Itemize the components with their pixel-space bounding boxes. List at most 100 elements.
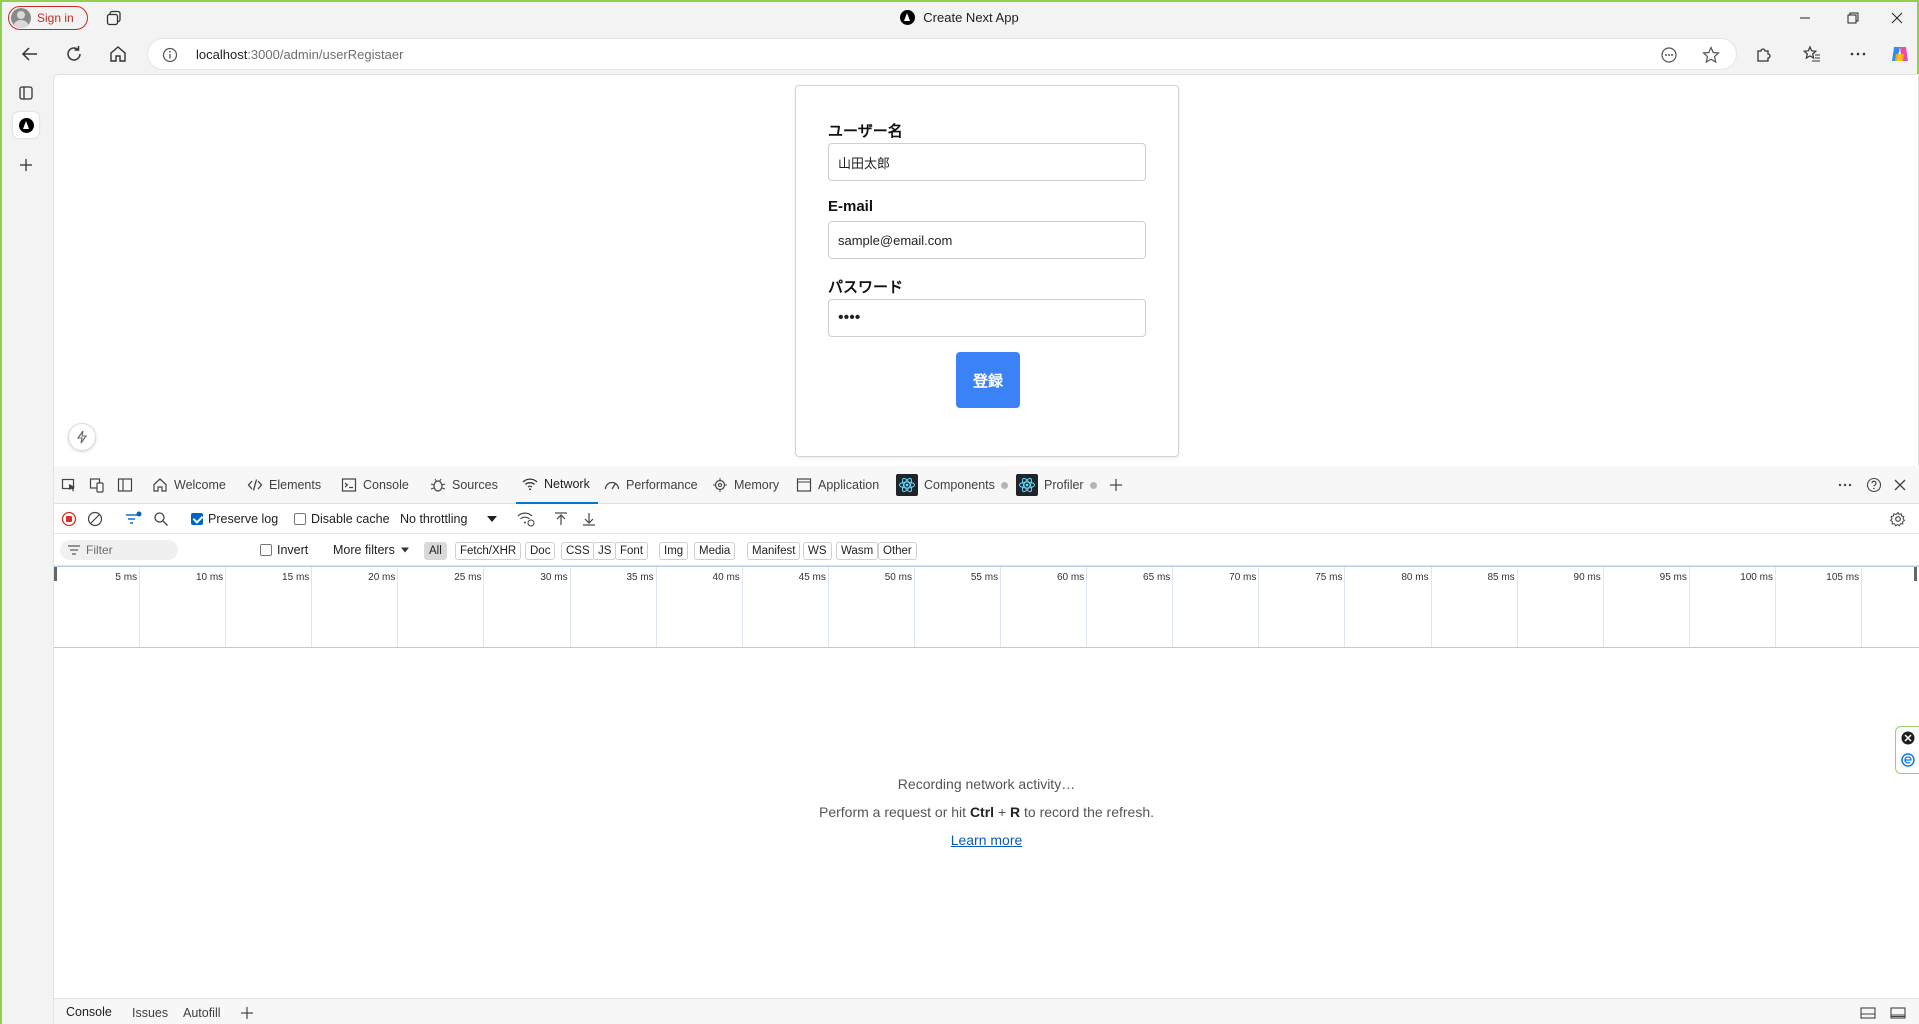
learn-more-text: Learn more	[950, 832, 1023, 848]
refresh-button[interactable]	[62, 42, 86, 66]
more-horizontal-icon	[1850, 52, 1866, 56]
reading-view-icon[interactable]	[1660, 46, 1678, 64]
close-circle-icon[interactable]	[1901, 731, 1915, 745]
toggle-drawer-icon[interactable]	[1890, 1006, 1906, 1020]
back-button[interactable]	[18, 42, 42, 66]
disable-cache-checkbox[interactable]: Disable cache	[294, 504, 390, 534]
nextjs-dev-indicator[interactable]	[68, 423, 96, 451]
clear-icon[interactable]	[87, 511, 103, 527]
help-icon[interactable]	[1866, 477, 1882, 493]
email-input[interactable]: sample@email.com	[828, 221, 1146, 259]
devtools-tab-sources[interactable]: Sources	[430, 466, 498, 504]
filter-chip-js[interactable]: JS	[593, 542, 617, 560]
password-input[interactable]: ••••	[828, 299, 1146, 337]
filter-chip-font[interactable]: Font	[615, 542, 649, 560]
throttling-select[interactable]: No throttling	[400, 504, 498, 534]
favorite-star-icon[interactable]	[1702, 46, 1720, 64]
filter-chip-img[interactable]: Img	[659, 542, 689, 560]
address-bar[interactable]: localhost:3000/admin/userRegistaer	[147, 38, 1737, 70]
filter-chip-ws[interactable]: WS	[803, 542, 832, 560]
copilot-button[interactable]	[1888, 42, 1912, 66]
preserve-log-checkbox[interactable]: Preserve log	[191, 504, 278, 534]
dock-drawer-icon[interactable]	[1860, 1006, 1876, 1020]
settings-more-button[interactable]	[1846, 42, 1870, 66]
register-button[interactable]: 登録	[956, 352, 1020, 408]
drawer-tab-autofill[interactable]: Autofill	[183, 999, 221, 1024]
back-arrow-icon	[21, 47, 37, 61]
inspect-element-icon[interactable]	[61, 477, 77, 493]
filter-chip-all[interactable]: All	[424, 542, 447, 560]
export-har-icon[interactable]	[581, 511, 597, 527]
filter-chip-media[interactable]: Media	[694, 542, 736, 560]
drawer-tab-console[interactable]: Console	[66, 999, 112, 1024]
search-icon[interactable]	[153, 511, 169, 527]
filter-chip-other[interactable]: Other	[878, 542, 917, 560]
devtools-tab-label: Elements	[269, 478, 322, 492]
import-har-icon[interactable]	[553, 511, 569, 527]
status-dot	[1089, 481, 1097, 489]
edge-icon[interactable]	[1901, 753, 1915, 767]
url-text[interactable]: localhost:3000/admin/userRegistaer	[196, 47, 403, 62]
learn-more-link[interactable]: Learn more	[54, 832, 1919, 848]
devtools-tab-network[interactable]: Network	[516, 466, 598, 504]
more-tools-plus-icon[interactable]	[1108, 477, 1124, 493]
tab-actions-button[interactable]	[13, 80, 39, 106]
gear-icon[interactable]	[1890, 511, 1906, 527]
checkbox-unchecked-icon[interactable]	[294, 513, 306, 525]
devtools-tab-performance[interactable]: Performance	[604, 466, 698, 504]
filter-input[interactable]: Filter	[60, 540, 178, 560]
filter-chip-manifest[interactable]: Manifest	[747, 542, 801, 560]
new-tab-button[interactable]	[13, 152, 39, 178]
filter-chip-doc[interactable]: Doc	[525, 542, 556, 560]
record-stop-icon[interactable]	[61, 511, 77, 527]
network-conditions-icon[interactable]	[517, 511, 535, 527]
checkbox-checked-icon[interactable]	[191, 513, 203, 525]
more-options-icon[interactable]	[1837, 477, 1853, 493]
network-empty-state: Recording network activity… Perform a re…	[54, 648, 1919, 988]
network-filter-bar: Filter Invert More filters All Fetch/XHR D…	[54, 534, 1919, 566]
devtools-tab-console[interactable]: Console	[341, 466, 409, 504]
filter-chip-css[interactable]: CSS	[561, 542, 595, 560]
close-window-button[interactable]	[1874, 2, 1919, 34]
devtools-tab-memory[interactable]: Memory	[712, 466, 779, 504]
timeline-tick-label: 80 ms	[1346, 567, 1432, 647]
close-devtools-icon[interactable]	[1892, 477, 1908, 493]
checkbox-unchecked-icon[interactable]	[260, 544, 272, 556]
timeline-left-handle[interactable]	[54, 567, 57, 581]
timeline-right-handle[interactable]	[1914, 567, 1917, 581]
timeline-tick-label: 45 ms	[743, 567, 829, 647]
minimize-button[interactable]	[1782, 2, 1828, 34]
devtools-tab-profiler[interactable]: Profiler	[1016, 466, 1097, 504]
favorites-button[interactable]	[1800, 42, 1824, 66]
home-icon	[110, 46, 126, 62]
refresh-icon	[67, 46, 81, 61]
navigation-bar: localhost:3000/admin/userRegistaer	[2, 34, 1917, 74]
dock-sidebar-icon[interactable]	[117, 477, 133, 493]
timeline-tick-label: 75 ms	[1259, 567, 1346, 647]
drawer-tab-issues[interactable]: Issues	[132, 999, 168, 1024]
tab-create-next-app[interactable]	[13, 112, 39, 138]
filter-placeholder: Filter	[86, 543, 113, 557]
timeline-tick-label: 50 ms	[829, 567, 915, 647]
timeline-tick-label: 20 ms	[312, 567, 399, 647]
filter-toggle-icon[interactable]	[125, 511, 143, 527]
username-input[interactable]: 山田太郎	[828, 143, 1146, 181]
devtools-tab-label: Application	[818, 478, 880, 492]
home-button[interactable]	[106, 42, 130, 66]
extensions-button[interactable]	[1752, 42, 1776, 66]
filter-chip-fetch-xhr[interactable]: Fetch/XHR	[455, 542, 522, 560]
restore-button[interactable]	[1830, 2, 1876, 34]
filter-chip-wasm[interactable]: Wasm	[836, 542, 879, 560]
devtools-tab-elements[interactable]: Elements	[247, 466, 321, 504]
timeline-tick-label: 65 ms	[1087, 567, 1174, 647]
add-drawer-tab-plus-icon[interactable]	[240, 1006, 254, 1020]
chevron-down-icon	[400, 547, 409, 553]
devtools-tab-welcome[interactable]: Welcome	[152, 466, 226, 504]
site-info-icon[interactable]	[162, 47, 178, 63]
invert-checkbox[interactable]: Invert	[260, 534, 308, 566]
puzzle-icon	[1757, 48, 1771, 62]
device-emulation-icon[interactable]	[89, 477, 105, 493]
more-filters-dropdown[interactable]: More filters	[333, 534, 410, 566]
devtools-tab-application[interactable]: Application	[796, 466, 879, 504]
devtools-tab-components[interactable]: Components	[896, 466, 1008, 504]
